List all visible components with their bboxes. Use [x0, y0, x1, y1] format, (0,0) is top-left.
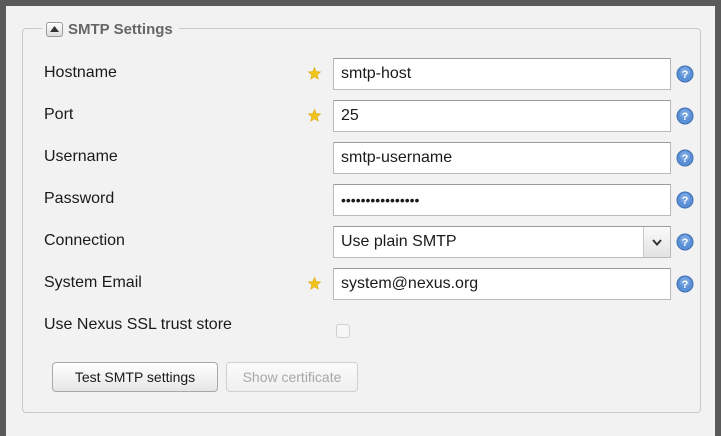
password-label: Password	[44, 190, 115, 207]
hostname-label: Hostname	[44, 64, 117, 81]
help-icon[interactable]: ?	[676, 107, 694, 125]
show-certificate-button[interactable]: Show certificate	[226, 362, 358, 392]
system-email-input[interactable]	[333, 268, 671, 300]
connection-dropdown-button[interactable]	[643, 227, 670, 257]
port-input[interactable]	[333, 100, 671, 132]
required-star-icon	[308, 277, 321, 290]
password-input[interactable]	[333, 184, 671, 216]
ssl-trust-store-checkbox[interactable]	[336, 324, 350, 338]
smtp-settings-panel: SMTP Settings Hostname ? Port ? Username…	[6, 6, 715, 436]
required-star-icon	[308, 109, 321, 122]
section-header: SMTP Settings	[42, 18, 179, 40]
help-icon[interactable]: ?	[676, 149, 694, 167]
collapse-section-button[interactable]	[46, 21, 63, 37]
hostname-input[interactable]	[333, 58, 671, 90]
section-title: SMTP Settings	[68, 20, 173, 38]
triangle-up-icon	[50, 26, 59, 32]
svg-text:?: ?	[682, 279, 689, 291]
svg-text:?: ?	[682, 195, 689, 207]
port-label: Port	[44, 106, 74, 123]
window-frame-right	[715, 0, 721, 436]
chevron-down-icon	[652, 238, 662, 246]
help-icon[interactable]: ?	[676, 65, 694, 83]
test-smtp-settings-button[interactable]: Test SMTP settings	[52, 362, 218, 392]
required-star-icon	[308, 67, 321, 80]
connection-selected-value: Use plain SMTP	[341, 233, 457, 250]
connection-select[interactable]: Use plain SMTP	[333, 226, 671, 258]
help-icon[interactable]: ?	[676, 275, 694, 293]
help-icon[interactable]: ?	[676, 191, 694, 209]
svg-text:?: ?	[682, 237, 689, 249]
ssl-trust-store-label: Use Nexus SSL trust store	[44, 316, 232, 333]
connection-label: Connection	[44, 232, 125, 249]
system-email-label: System Email	[44, 274, 142, 291]
svg-text:?: ?	[682, 69, 689, 81]
username-label: Username	[44, 148, 118, 165]
help-icon[interactable]: ?	[676, 233, 694, 251]
username-input[interactable]	[333, 142, 671, 174]
svg-text:?: ?	[682, 111, 689, 123]
svg-text:?: ?	[682, 153, 689, 165]
